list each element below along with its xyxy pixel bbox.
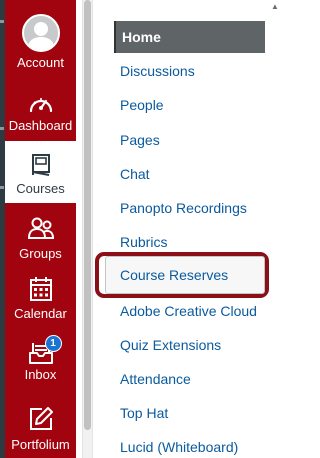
nav-portfolium[interactable]: Portfolium (5, 398, 76, 458)
nav-courses[interactable]: Courses (5, 141, 76, 203)
course-nav-pages[interactable]: Pages (114, 124, 262, 156)
nav-dashboard-label: Dashboard (8, 118, 73, 133)
nav-groups-label: Groups (19, 246, 62, 261)
course-nav-course-reserves-label: Course Reserves (105, 256, 265, 294)
nav-courses-label: Courses (16, 181, 65, 196)
scrollbar-thumb[interactable] (84, 0, 91, 430)
nav-account-label: Account (17, 55, 64, 70)
pencil-edit-icon (29, 407, 53, 430)
edge-mark (0, 20, 4, 23)
nav-inbox[interactable]: 1 Inbox (5, 333, 76, 393)
course-nav-people[interactable]: People (114, 89, 262, 121)
course-navigation: Home Discussions People Pages Chat Panop… (95, 0, 282, 458)
nav-inbox-label: Inbox (24, 367, 57, 382)
course-nav-lucid-whiteboard[interactable]: Lucid (Whiteboard) (114, 431, 262, 458)
course-nav-chat[interactable]: Chat (114, 158, 262, 190)
user-avatar-icon (21, 14, 60, 52)
course-nav-adobe-creative-cloud[interactable]: Adobe Creative Cloud (114, 295, 262, 327)
course-nav-home[interactable]: Home (114, 21, 265, 53)
inbox-icon-wrap: 1 (28, 335, 62, 365)
calendar-icon (29, 277, 52, 301)
edge-mark (0, 186, 4, 189)
nav-dashboard[interactable]: Dashboard (5, 80, 76, 140)
nav-calendar[interactable]: Calendar (5, 268, 76, 328)
course-nav-attendance[interactable]: Attendance (114, 363, 262, 395)
course-nav-panopto-recordings[interactable]: Panopto Recordings (114, 192, 262, 224)
nav-calendar-label: Calendar (14, 306, 67, 321)
edge-mark (0, 127, 4, 130)
people-group-icon (27, 217, 54, 239)
course-nav-course-reserves[interactable]: Course Reserves (95, 252, 269, 298)
inbox-unread-badge: 1 (44, 335, 62, 352)
course-nav-discussions[interactable]: Discussions (114, 55, 262, 87)
nav-account[interactable]: Account (5, 0, 76, 80)
nav-groups[interactable]: Groups (5, 206, 76, 266)
global-navigation: Account Dashboard Courses Groups Calenda… (5, 0, 76, 458)
course-nav-quiz-extensions[interactable]: Quiz Extensions (114, 329, 262, 361)
nav-portfolium-label: Portfolium (11, 437, 70, 452)
course-nav-top-hat[interactable]: Top Hat (114, 397, 262, 429)
speedometer-icon (29, 98, 52, 113)
book-icon (31, 154, 50, 176)
